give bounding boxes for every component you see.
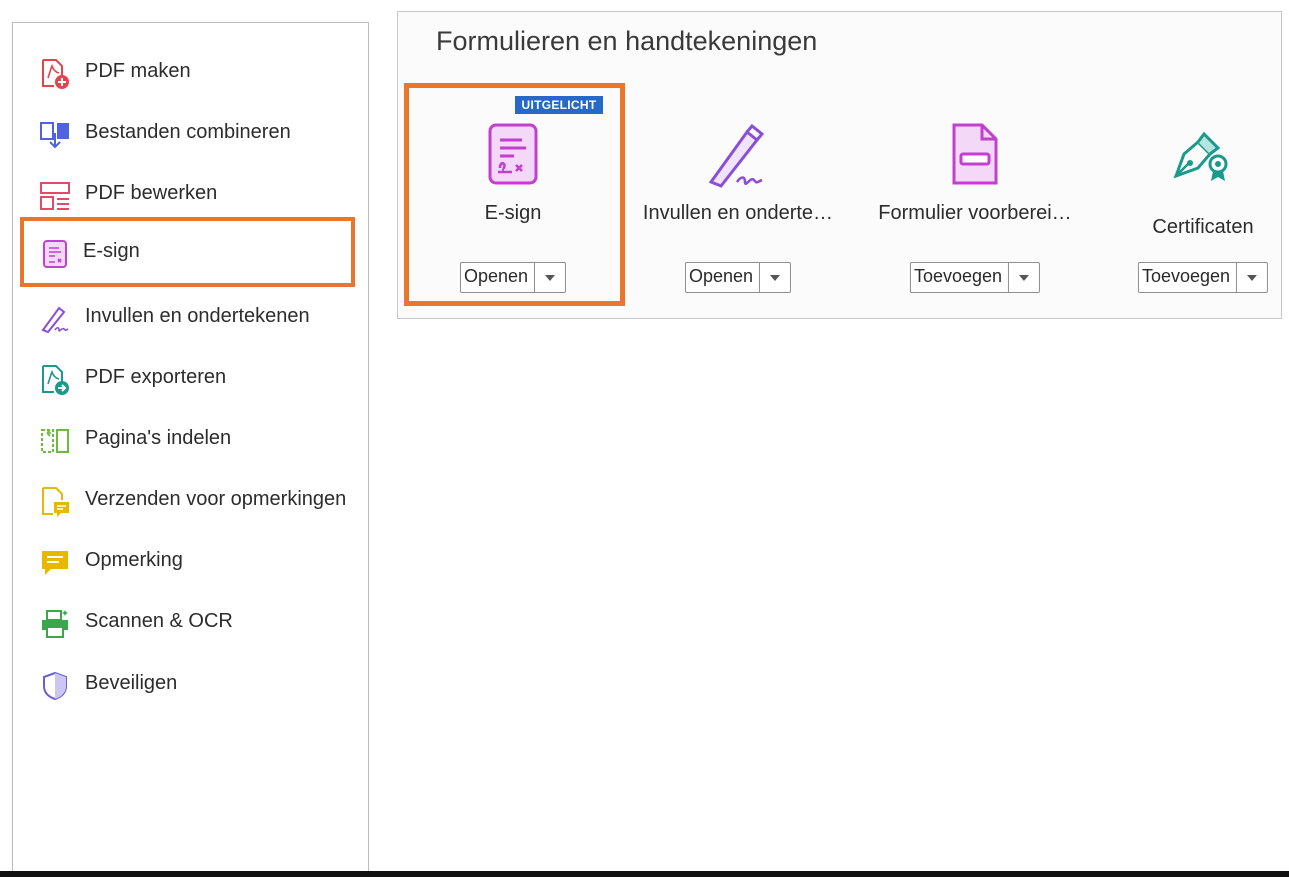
featured-badge: UITGELICHT [515, 96, 603, 114]
sidebar-item-label: Scannen & OCR [85, 610, 233, 632]
tool-card-e-sign[interactable]: E-sign Openen [413, 82, 613, 312]
sidebar-item-label: Beveiligen [85, 672, 178, 694]
esign-document-icon [488, 123, 538, 185]
forms-signatures-panel: Formulieren en handtekeningen E-sign Ope… [397, 11, 1282, 319]
fill-sign-pen-icon [708, 123, 765, 188]
bottom-border [0, 871, 1289, 877]
dropdown-arrow-button[interactable] [1009, 263, 1039, 292]
sidebar-item-pdf-exporteren[interactable]: PDF exporteren [13, 357, 368, 397]
sidebar-item-label: PDF maken [85, 60, 191, 82]
dropdown-arrow-button[interactable] [760, 263, 790, 292]
esign-icon [43, 240, 67, 268]
send-comments-icon [42, 487, 69, 517]
add-split-button: Toevoegen [909, 262, 1041, 293]
tool-card-certificaten[interactable]: Certificaten Toevoegen [1113, 82, 1289, 312]
chevron-down-icon [1247, 274, 1258, 281]
tool-name: Formulier voorberei… [878, 202, 1072, 224]
sidebar-item-label: Opmerking [85, 549, 183, 571]
open-button[interactable]: Openen [461, 263, 536, 292]
sidebar-item-label: Invullen en ondertekenen [85, 305, 310, 327]
sidebar-item-bestanden-combineren[interactable]: Bestanden combineren [13, 112, 368, 152]
sidebar-item-paginas-indelen[interactable]: Pagina's indelen [13, 418, 368, 458]
dropdown-arrow-button[interactable] [1237, 263, 1267, 292]
sidebar-item-opmerking[interactable]: Opmerking [13, 540, 368, 580]
open-split-button: Openen [459, 262, 567, 293]
sidebar-item-verzenden-voor-opmerkingen[interactable]: Verzenden voor opmerkingen [13, 479, 368, 519]
chevron-down-icon [770, 274, 781, 281]
combine-files-icon [40, 122, 69, 149]
sidebar-item-scannen-ocr[interactable]: Scannen & OCR [13, 601, 368, 641]
sidebar-item-invullen-en-ondertekenen[interactable]: Invullen en ondertekenen [13, 296, 368, 336]
export-pdf-icon [42, 365, 69, 395]
tool-card-invullen-ondertekenen[interactable]: Invullen en onderte… Openen [638, 82, 838, 312]
sidebar-item-beveiligen[interactable]: Beveiligen [13, 663, 368, 703]
edit-pdf-icon [40, 182, 70, 210]
chevron-down-icon [1019, 274, 1030, 281]
prepare-form-icon [952, 123, 998, 185]
tool-card-formulier-voorbereiden[interactable]: Formulier voorberei… Toevoegen [860, 82, 1090, 312]
certificate-pen-icon [1173, 131, 1228, 181]
sidebar-item-pdf-bewerken[interactable]: PDF bewerken [13, 173, 368, 213]
open-button[interactable]: Openen [686, 263, 761, 292]
protect-shield-icon [43, 671, 67, 701]
sidebar-item-label: PDF exporteren [85, 366, 227, 388]
sidebar-item-label: PDF bewerken [85, 182, 218, 204]
sidebar-item-label: Verzenden voor opmerkingen [85, 488, 347, 510]
sidebar-item-e-sign[interactable]: E-sign [13, 231, 368, 271]
sidebar-item-label: Pagina's indelen [85, 427, 232, 449]
tools-sidebar: PDF maken Bestanden combineren PDF bewer… [12, 22, 369, 872]
tool-name: E-sign [484, 202, 542, 224]
tool-name: Certificaten [1152, 216, 1254, 238]
add-split-button: Toevoegen [1137, 262, 1269, 293]
sidebar-item-label: E-sign [83, 240, 140, 262]
add-button[interactable]: Toevoegen [1139, 263, 1238, 292]
sidebar-item-pdf-maken[interactable]: PDF maken [13, 51, 368, 91]
sidebar-item-label: Bestanden combineren [85, 121, 291, 143]
open-split-button: Openen [684, 262, 792, 293]
comment-icon [42, 551, 68, 575]
dropdown-arrow-button[interactable] [535, 263, 565, 292]
scan-ocr-icon [42, 610, 68, 638]
add-button[interactable]: Toevoegen [911, 263, 1010, 292]
chevron-down-icon [545, 274, 556, 281]
panel-title: Formulieren en handtekeningen [436, 26, 818, 56]
fill-sign-icon [41, 306, 69, 334]
tool-name: Invullen en onderte… [642, 202, 834, 224]
organize-pages-icon [41, 429, 69, 453]
create-pdf-icon [42, 59, 69, 89]
